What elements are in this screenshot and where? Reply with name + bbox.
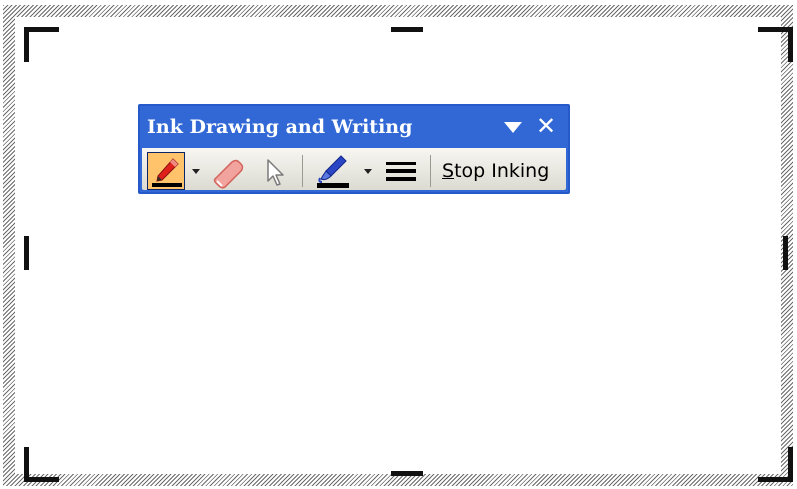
toolbar-body: Stop Inking xyxy=(142,148,566,190)
select-objects-button[interactable] xyxy=(258,154,294,190)
resize-handle-bottom-right[interactable] xyxy=(758,447,793,482)
ink-color-icon xyxy=(317,155,349,188)
toolbar-options-icon[interactable] xyxy=(504,122,522,133)
resize-handle-left[interactable] xyxy=(24,236,29,270)
stop-inking-button[interactable]: Stop Inking xyxy=(442,153,549,189)
resize-handle-bottom-left[interactable] xyxy=(24,447,59,482)
stop-inking-label: top Inking xyxy=(454,160,550,182)
resize-handle-top[interactable] xyxy=(391,27,423,32)
ink-toolbar: Ink Drawing and Writing ✕ Stop Inking xyxy=(138,104,570,194)
ink-color-dropdown-icon[interactable] xyxy=(364,169,372,174)
resize-handle-right[interactable] xyxy=(783,236,788,270)
ink-frame-border[interactable] xyxy=(3,5,793,486)
eraser-button[interactable] xyxy=(208,154,248,190)
pen-icon xyxy=(152,158,182,187)
resize-handle-bottom[interactable] xyxy=(391,471,423,476)
ink-color-button[interactable] xyxy=(314,152,352,190)
pen-button[interactable] xyxy=(147,152,185,190)
resize-handle-top-right[interactable] xyxy=(758,27,793,62)
arrow-pointer-icon xyxy=(267,159,284,186)
pen-dropdown-icon[interactable] xyxy=(192,169,200,174)
line-style-button[interactable] xyxy=(380,154,420,188)
line-thickness-icon xyxy=(386,162,416,181)
toolbar-separator xyxy=(302,155,303,187)
ink-canvas[interactable] xyxy=(15,17,781,474)
close-icon[interactable]: ✕ xyxy=(534,114,558,138)
resize-handle-top-left[interactable] xyxy=(24,27,59,62)
toolbar-separator xyxy=(430,155,431,187)
eraser-icon xyxy=(213,159,244,189)
stop-inking-accelerator: S xyxy=(442,160,455,182)
